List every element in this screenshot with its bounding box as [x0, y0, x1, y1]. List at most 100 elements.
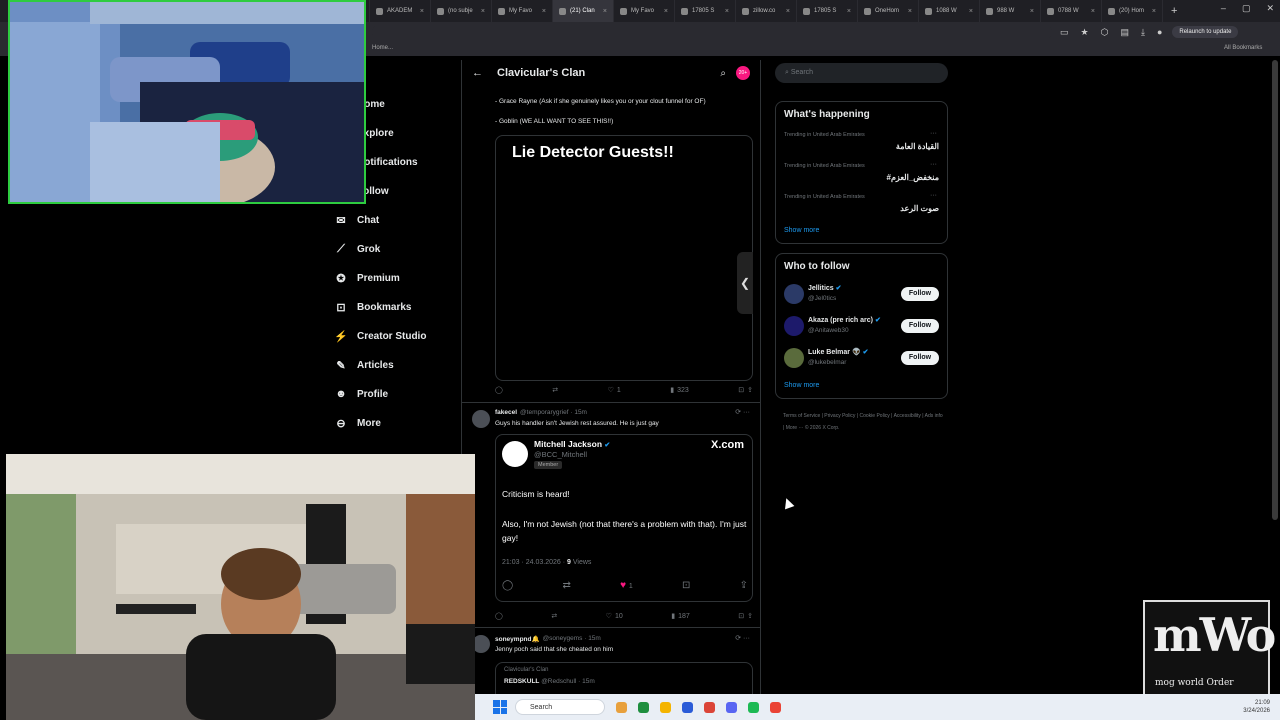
avatar[interactable]: [784, 348, 804, 368]
extension-icon[interactable]: ⬡: [1101, 27, 1109, 38]
more-icon[interactable]: ⟳ ···: [735, 408, 750, 416]
chevron-left-icon[interactable]: ❮: [737, 252, 753, 314]
tab-close-icon[interactable]: ×: [969, 8, 973, 15]
tab-close-icon[interactable]: ×: [1091, 8, 1095, 15]
browser-tab[interactable]: OneHom ×: [858, 0, 919, 22]
account-name[interactable]: Jellitics ✔: [808, 284, 842, 292]
nav-item-articles[interactable]: ✎ Articles: [334, 359, 393, 372]
more-icon[interactable]: ···: [930, 130, 937, 137]
like-button[interactable]: ♡ 10: [606, 612, 623, 621]
browser-tab[interactable]: (21) Clan ×: [553, 0, 614, 22]
windows-start-icon[interactable]: [493, 700, 507, 714]
folder-icon[interactable]: [660, 701, 671, 713]
more-icon[interactable]: ···: [930, 192, 937, 199]
taskbar-search-input[interactable]: Search: [515, 699, 605, 715]
views-button[interactable]: ▮ 187: [671, 612, 690, 621]
tab-close-icon[interactable]: ×: [847, 8, 851, 15]
share-icon[interactable]: ⇪: [747, 386, 753, 394]
tab-close-icon[interactable]: ×: [786, 8, 790, 15]
avatar[interactable]: [784, 284, 804, 304]
avatar[interactable]: [472, 410, 490, 428]
tab-close-icon[interactable]: ×: [603, 8, 607, 15]
nav-item-more[interactable]: ⊖ More: [334, 417, 381, 430]
back-arrow-icon[interactable]: ←: [472, 67, 483, 79]
nav-item-creator-studio[interactable]: ⚡ Creator Studio: [334, 330, 426, 343]
discord-icon[interactable]: [726, 701, 737, 713]
repost-button[interactable]: ⇄: [552, 386, 558, 394]
browser-tab[interactable]: 1088 W ×: [919, 0, 980, 22]
browser-tab[interactable]: My Favo ×: [614, 0, 675, 22]
browser-tab[interactable]: 988 W ×: [980, 0, 1041, 22]
spotify-icon[interactable]: [748, 701, 759, 713]
tab-close-icon[interactable]: ×: [542, 8, 546, 15]
post-image[interactable]: Lie Detector Guests!! ❮: [495, 135, 753, 381]
chrome-profile-icon[interactable]: [770, 701, 781, 713]
bookmark-icon[interactable]: ⊡: [682, 580, 690, 591]
star-icon[interactable]: ★: [1081, 27, 1089, 38]
repost-button[interactable]: ⇄: [551, 612, 557, 620]
account-name[interactable]: Luke Belmar 👽 ✔: [808, 348, 869, 356]
nav-item-chat[interactable]: ✉ Chat: [334, 214, 379, 227]
browser-tab[interactable]: (no subje ×: [431, 0, 492, 22]
footer-links[interactable]: Terms of Service | Privacy Policy | Cook…: [783, 410, 943, 434]
nav-item-grok[interactable]: ⟋ Grok: [334, 243, 380, 256]
download-icon[interactable]: ⤓: [1141, 27, 1145, 38]
new-tab-button[interactable]: +: [1163, 5, 1185, 17]
show-more-link[interactable]: Show more: [784, 227, 819, 234]
tab-close-icon[interactable]: ×: [1030, 8, 1034, 15]
share-icon[interactable]: ⇪: [747, 612, 753, 620]
bookmark-button[interactable]: ⊡ ⇪: [738, 386, 753, 394]
nav-item-bookmarks[interactable]: ⊡ Bookmarks: [334, 301, 411, 314]
search-input[interactable]: ⌕ Search: [775, 63, 948, 83]
browser-tab[interactable]: 17805 S ×: [797, 0, 858, 22]
like-button[interactable]: ♥ 1: [620, 580, 633, 591]
quoted-post[interactable]: Mitchell Jackson ✔ @BCC_Mitchell Member …: [495, 434, 753, 602]
all-bookmarks[interactable]: All Bookmarks: [1224, 45, 1262, 51]
author-name[interactable]: fakecel: [495, 409, 517, 416]
sidebar-icon[interactable]: ▤: [1120, 27, 1129, 38]
trend-item[interactable]: #منخفض_العزم: [887, 173, 940, 182]
follow-button[interactable]: Follow: [901, 351, 939, 365]
edge-icon[interactable]: [682, 701, 693, 713]
tab-close-icon[interactable]: ×: [420, 8, 424, 15]
file-explorer-icon[interactable]: [616, 701, 627, 713]
reply-button[interactable]: ◯: [495, 386, 503, 394]
trend-item[interactable]: صوت الرعد: [900, 204, 939, 213]
more-icon[interactable]: ···: [930, 161, 937, 168]
nav-item-premium[interactable]: ✪ Premium: [334, 272, 399, 285]
browser-tab[interactable]: (20) Hom ×: [1102, 0, 1163, 22]
nav-item-profile[interactable]: ☻ Profile: [334, 388, 388, 400]
tab-close-icon[interactable]: ×: [725, 8, 729, 15]
tab-close-icon[interactable]: ×: [1152, 8, 1156, 15]
more-icon[interactable]: ⟳ ···: [735, 634, 750, 642]
reply-icon[interactable]: ◯: [502, 580, 513, 591]
tab-close-icon[interactable]: ×: [481, 8, 485, 15]
account-name[interactable]: Akaza (pre rich arc) ✔: [808, 316, 881, 324]
tab-close-icon[interactable]: ×: [664, 8, 668, 15]
tab-close-icon[interactable]: ×: [908, 8, 912, 15]
author-name[interactable]: soneympnd🔔: [495, 635, 540, 643]
follow-button[interactable]: Follow: [901, 319, 939, 333]
bookmark-button[interactable]: ⊡ ⇪: [738, 612, 753, 620]
browser-tab[interactable]: zillow.co ×: [736, 0, 797, 22]
show-more-link[interactable]: Show more: [784, 382, 819, 389]
browser-tab[interactable]: AKADEM ×: [370, 0, 431, 22]
notification-badge[interactable]: 20+: [736, 66, 750, 80]
reply-button[interactable]: ◯: [495, 612, 503, 620]
bookmark-home[interactable]: Home...: [372, 45, 393, 51]
follow-button[interactable]: Follow: [901, 287, 939, 301]
cast-icon[interactable]: ▭: [1060, 27, 1069, 38]
avatar[interactable]: [784, 316, 804, 336]
repost-icon[interactable]: ⇄: [562, 580, 570, 591]
like-button[interactable]: ♡ 1: [608, 386, 621, 395]
trend-item[interactable]: القيادة العامة: [896, 142, 939, 151]
chrome-icon[interactable]: [638, 701, 649, 713]
minimize-icon[interactable]: –: [1221, 3, 1226, 14]
browser-tab[interactable]: My Favo ×: [492, 0, 553, 22]
views-button[interactable]: ▮ 323: [670, 386, 689, 395]
close-icon[interactable]: ✕: [1266, 3, 1274, 14]
maximize-icon[interactable]: ▢: [1242, 3, 1251, 14]
address-bar[interactable]: [372, 25, 1052, 39]
app-icon[interactable]: [704, 701, 715, 713]
share-icon[interactable]: ⇪: [740, 580, 748, 591]
